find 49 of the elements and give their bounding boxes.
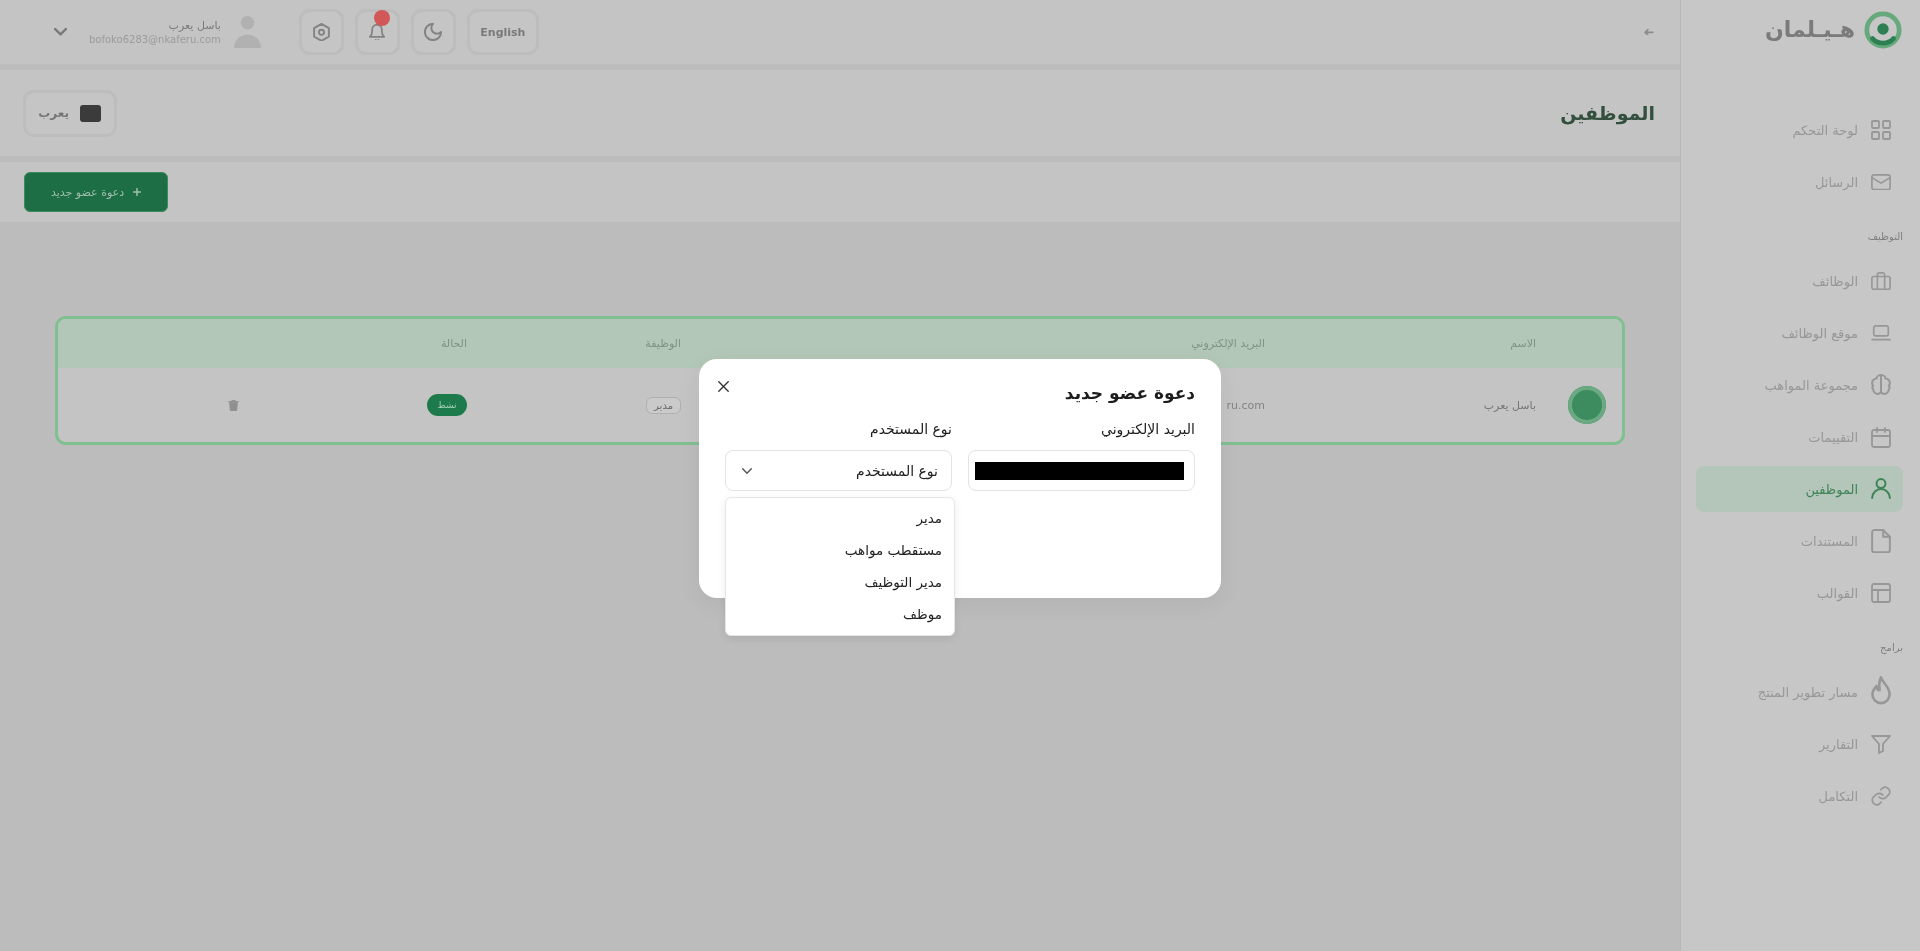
field-label: البريد الإلكتروني [1101,420,1195,439]
dropdown-option[interactable]: مدير [726,502,954,534]
arrow-icon[interactable] [1644,28,1654,36]
avatar [1568,386,1606,424]
sidebar-item[interactable]: الموظفين [1696,466,1903,512]
field-label: نوع المستخدم [870,420,952,439]
user-icon [1871,478,1891,500]
logo-icon [1864,11,1902,49]
user-name: باسل يعرب [167,17,221,33]
file-icon [1871,528,1891,554]
settings-icon [312,22,330,42]
section-heading: التوظيف [1867,230,1903,244]
briefcase-icon [1871,271,1891,291]
member-name: باسل يعرب [1483,398,1536,412]
grid-icon [1871,120,1891,140]
mail-icon [1871,173,1891,191]
plus-icon [133,188,142,196]
user-type-select[interactable]: نوع المستخدم [725,450,952,491]
close-button[interactable] [715,378,732,395]
brain-icon [1871,374,1891,396]
status-badge: نشط [427,394,467,416]
member-email: ru.com [1226,398,1265,412]
dropdown-option[interactable]: موظف [726,598,954,630]
logo-text: هـيـلمان [1764,16,1855,44]
email-field[interactable] [968,450,1195,491]
moon-icon [424,23,443,41]
invite-button[interactable]: دعوة عضو جديد [24,172,168,212]
calendar-icon [1871,426,1891,448]
bell-icon [369,23,386,41]
close-icon [718,381,729,392]
filter-icon [1871,734,1891,754]
trash-icon[interactable] [228,399,239,411]
laptop-icon [1871,325,1891,341]
dropdown-option[interactable]: مستقطب مواهب [726,534,954,566]
page-title: الموظفين [1560,101,1655,127]
layout-icon [1871,583,1891,603]
role-badge: مدير [646,396,681,414]
link-icon [1871,786,1891,806]
section-heading: برامج [1880,641,1903,656]
chevron-down-icon[interactable] [54,28,67,36]
language-button[interactable]: English [466,9,539,55]
modal-title: دعوة عضو جديد [1064,382,1195,405]
chevron-down-icon [742,467,752,474]
company-button[interactable]: يعرب [23,89,117,137]
dropdown-option[interactable]: مدير التوظيف [726,566,954,598]
settings-button[interactable] [298,9,344,55]
theme-toggle-button[interactable] [410,9,456,55]
square-icon [80,104,101,122]
notifications-button[interactable] [354,9,400,55]
